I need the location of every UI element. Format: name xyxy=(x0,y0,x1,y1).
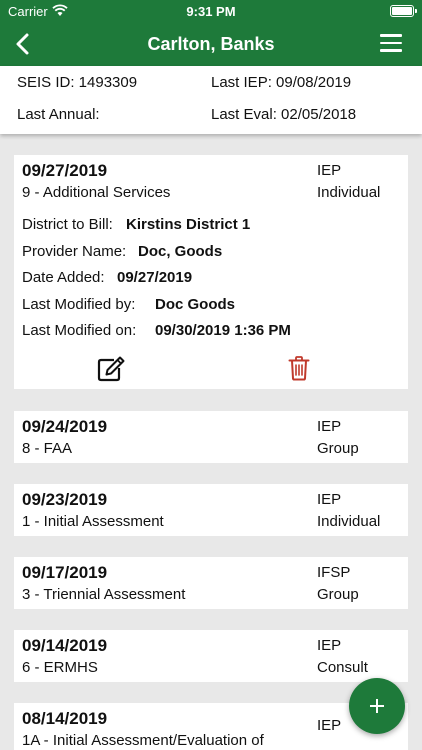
modified-by-row: Last Modified by: Doc Goods xyxy=(22,296,235,313)
last-iep: Last IEP: 09/08/2019 xyxy=(211,74,352,91)
service-name: 9 - Additional Services xyxy=(22,184,171,201)
service-group: Group xyxy=(317,440,359,457)
service-group: Group xyxy=(317,586,359,603)
seis-id: SEIS ID: 1493309 xyxy=(17,74,138,91)
modified-on-label: Last Modified on: xyxy=(22,322,137,339)
service-type: IEP xyxy=(317,491,342,508)
service-card[interactable]: 09/23/2019 1 - Initial Assessment IEP In… xyxy=(14,484,408,536)
service-type: IEP xyxy=(317,717,342,734)
last-eval: Last Eval: 02/05/2018 xyxy=(211,106,357,123)
service-name: 1A - Initial Assessment/Evaluation of xyxy=(22,732,264,749)
status-time: 9:31 PM xyxy=(186,4,236,19)
date-added-row: Date Added: 09/27/2019 xyxy=(22,269,192,286)
trash-icon[interactable] xyxy=(288,355,310,381)
provider-label: Provider Name: xyxy=(22,243,127,260)
date-added-value: 09/27/2019 xyxy=(117,269,193,286)
date-added-label: Date Added: xyxy=(22,269,105,286)
service-date: 09/24/2019 xyxy=(22,417,108,436)
service-date: 09/27/2019 xyxy=(22,161,108,180)
modified-by-label: Last Modified by: xyxy=(22,296,136,313)
provider-value: Doc, Goods xyxy=(138,243,223,260)
status-bar: Carrier 9:31 PM xyxy=(0,0,422,22)
district-row: District to Bill: Kirstins District 1 xyxy=(22,216,250,233)
service-group: Individual xyxy=(317,513,381,530)
service-type: IFSP xyxy=(317,564,351,581)
service-date: 08/14/2019 xyxy=(22,709,108,728)
district-label: District to Bill: xyxy=(22,216,113,233)
nav-bar: Carlton, Banks xyxy=(0,22,422,66)
last-annual: Last Annual: xyxy=(17,106,100,123)
edit-icon[interactable] xyxy=(96,355,126,383)
service-type: IEP xyxy=(317,162,342,179)
service-type: IEP xyxy=(317,637,342,654)
service-card-expanded[interactable]: 09/27/2019 9 - Additional Services IEP I… xyxy=(14,155,408,389)
modified-by-value: Doc Goods xyxy=(155,296,236,313)
hamburger-menu-icon[interactable] xyxy=(380,34,402,54)
service-card[interactable]: 09/24/2019 8 - FAA IEP Group xyxy=(14,411,408,463)
service-date: 09/17/2019 xyxy=(22,563,108,582)
service-group: Consult xyxy=(317,659,368,676)
service-name: 1 - Initial Assessment xyxy=(22,513,164,530)
page-title: Carlton, Banks xyxy=(147,34,275,54)
student-info-panel: SEIS ID: 1493309 Last IEP: 09/08/2019 La… xyxy=(0,66,422,134)
modified-on-value: 09/30/2019 1:36 PM xyxy=(155,322,291,339)
service-list: 09/27/2019 9 - Additional Services IEP I… xyxy=(0,134,422,750)
provider-row: Provider Name: Doc, Goods xyxy=(22,243,222,260)
district-value: Kirstins District 1 xyxy=(126,216,251,233)
modified-on-row: Last Modified on: 09/30/2019 1:36 PM xyxy=(22,322,291,339)
add-button[interactable] xyxy=(349,678,405,734)
service-name: 3 - Triennial Assessment xyxy=(22,586,186,603)
service-name: 6 - ERMHS xyxy=(22,659,98,676)
service-type: IEP xyxy=(317,418,342,435)
service-date: 09/14/2019 xyxy=(22,636,108,655)
service-group: Individual xyxy=(317,184,381,201)
service-card[interactable]: 09/14/2019 6 - ERMHS IEP Consult xyxy=(14,630,408,682)
service-date: 09/23/2019 xyxy=(22,490,108,509)
service-card[interactable]: 09/17/2019 3 - Triennial Assessment IFSP… xyxy=(14,557,408,609)
service-name: 8 - FAA xyxy=(22,440,73,457)
battery-icon xyxy=(390,5,417,17)
